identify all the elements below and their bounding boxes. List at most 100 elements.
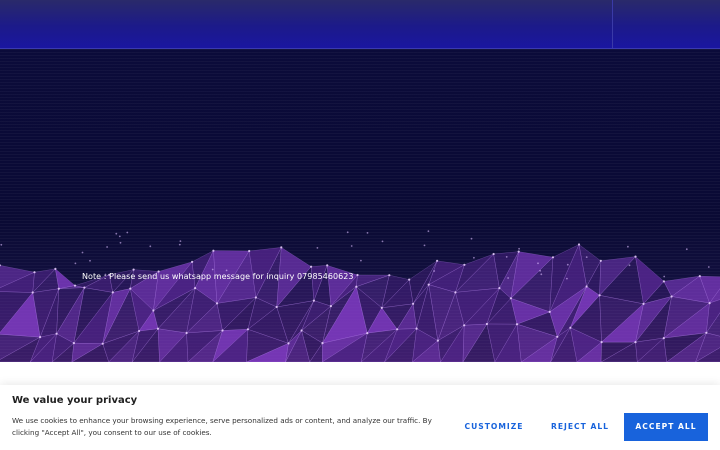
mesh-node xyxy=(642,302,645,305)
mesh-node xyxy=(539,269,541,272)
mesh-node xyxy=(598,294,601,297)
accept-all-button[interactable]: ACCEPT ALL xyxy=(624,413,708,441)
mesh-node xyxy=(408,278,411,281)
mesh-node xyxy=(473,256,475,259)
mesh-node xyxy=(211,268,214,271)
mesh-node xyxy=(433,270,436,272)
mesh-node xyxy=(412,302,415,305)
mesh-node xyxy=(149,245,152,248)
mesh-node xyxy=(178,243,181,246)
mesh-node xyxy=(577,243,581,246)
mesh-node xyxy=(698,275,701,278)
mesh-node xyxy=(663,275,666,278)
mesh-node xyxy=(33,271,36,274)
mesh-node xyxy=(515,323,519,326)
mesh-node xyxy=(518,247,520,250)
mesh-node xyxy=(329,305,332,308)
mesh-node xyxy=(185,331,188,335)
mesh-node xyxy=(118,235,121,238)
mesh-node xyxy=(509,297,512,300)
mesh-node xyxy=(627,245,629,248)
mesh-node xyxy=(81,251,84,254)
mesh-node xyxy=(89,259,91,262)
mesh-node xyxy=(321,342,324,345)
network-mesh-graphic xyxy=(0,230,720,362)
cookie-consent-banner: We value your privacy We use cookies to … xyxy=(0,385,720,450)
mesh-node xyxy=(54,267,57,270)
mesh-node xyxy=(287,342,290,345)
mesh-node xyxy=(436,259,439,262)
mesh-node xyxy=(662,280,666,283)
hero-banner: Note : Please send us whatsapp message f… xyxy=(0,49,720,362)
mesh-node xyxy=(492,252,495,256)
mesh-node xyxy=(381,240,384,243)
mesh-node xyxy=(427,230,430,233)
mesh-node xyxy=(254,296,257,299)
mesh-node xyxy=(634,255,637,258)
mesh-node xyxy=(600,341,603,344)
mesh-node xyxy=(326,264,329,267)
mesh-node xyxy=(585,285,588,288)
mesh-node xyxy=(132,268,135,271)
mesh-node xyxy=(246,328,249,331)
mesh-node xyxy=(39,336,42,339)
mesh-node xyxy=(485,322,488,326)
mesh-node xyxy=(507,277,509,279)
mesh-node xyxy=(31,291,34,294)
inquiry-note: Note : Please send us whatsapp message f… xyxy=(82,272,354,281)
mesh-node xyxy=(350,245,353,247)
mesh-node xyxy=(427,283,430,286)
mesh-node xyxy=(355,285,358,288)
nav-divider xyxy=(612,0,613,48)
mesh-node xyxy=(72,342,75,345)
mesh-node xyxy=(83,286,86,289)
mesh-node xyxy=(537,262,539,265)
mesh-node xyxy=(106,246,108,248)
mesh-node xyxy=(310,265,313,268)
mesh-node xyxy=(707,266,710,268)
mesh-node xyxy=(312,299,315,302)
mesh-node xyxy=(380,306,383,309)
mesh-node xyxy=(212,249,215,252)
mesh-node xyxy=(498,287,501,290)
mesh-node xyxy=(628,264,631,267)
top-navigation-bar xyxy=(0,0,720,49)
mesh-node xyxy=(366,232,369,234)
mesh-node xyxy=(57,287,60,290)
mesh-facet xyxy=(54,268,76,290)
mesh-node xyxy=(662,337,665,340)
mesh-node xyxy=(191,260,194,263)
reject-all-button[interactable]: REJECT ALL xyxy=(545,413,615,441)
mesh-node xyxy=(74,262,77,265)
customize-button[interactable]: CUSTOMIZE xyxy=(460,413,528,441)
mesh-node xyxy=(215,302,219,305)
mesh-node xyxy=(685,248,688,251)
mesh-node xyxy=(599,259,602,262)
mesh-node xyxy=(556,335,559,338)
mesh-node xyxy=(396,328,399,331)
cookie-description: We use cookies to enhance your browsing … xyxy=(12,416,432,437)
mesh-node xyxy=(356,273,359,277)
mesh-node xyxy=(55,332,58,335)
mesh-node xyxy=(221,329,224,332)
page: Note : Please send us whatsapp message f… xyxy=(0,0,720,450)
mesh-node xyxy=(73,284,77,287)
mesh-node xyxy=(346,231,349,234)
mesh-node xyxy=(634,341,637,344)
mesh-node xyxy=(505,256,508,258)
mesh-node xyxy=(275,305,278,309)
mesh-node xyxy=(540,273,543,276)
mesh-node xyxy=(585,256,588,258)
mesh-node xyxy=(156,327,160,330)
mesh-node xyxy=(194,287,197,290)
mesh-node xyxy=(551,256,555,259)
mesh-node xyxy=(548,310,551,313)
mesh-node xyxy=(454,291,457,294)
mesh-node xyxy=(566,277,568,280)
mesh-node xyxy=(119,241,122,244)
mesh-node xyxy=(248,249,251,253)
mesh-node xyxy=(101,342,104,345)
mesh-node xyxy=(423,244,426,247)
mesh-node xyxy=(463,324,466,327)
mesh-node xyxy=(0,243,3,246)
